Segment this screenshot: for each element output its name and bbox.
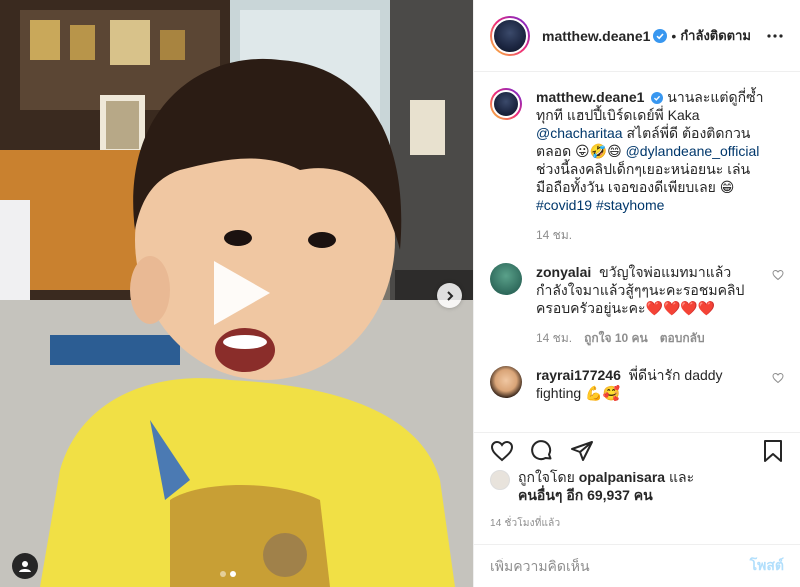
heart-icon[interactable] — [772, 269, 784, 281]
post-comment-button[interactable]: โพสต์ — [750, 555, 784, 577]
chevron-right-icon — [446, 290, 453, 301]
comment-username[interactable]: zonyalai — [536, 264, 591, 280]
author-username[interactable]: matthew.deane1 — [542, 28, 650, 44]
verified-badge-icon — [651, 92, 664, 104]
slide-dot — [220, 571, 226, 577]
comment-text: rayrai177246 พี่ดีน่ารัก daddy fighting … — [536, 366, 766, 402]
more-horizontal-icon[interactable] — [766, 27, 784, 45]
avatar[interactable] — [490, 88, 522, 120]
comment-item: rayrai177246 พี่ดีน่ารัก daddy fighting … — [490, 366, 784, 402]
following-button[interactable]: กำลังติดตาม — [680, 25, 751, 46]
comment-input[interactable] — [490, 558, 750, 574]
avatar[interactable] — [490, 366, 522, 398]
comment-time: 14 ชม. — [536, 331, 573, 345]
separator-dot: • — [671, 27, 677, 44]
bookmark-icon[interactable] — [762, 439, 784, 463]
mention-link[interactable]: @chacharitaa — [536, 125, 623, 141]
caption-text: matthew.deane1 นานละแต่ดูกี่ซ้ำทุกที แฮป… — [536, 88, 766, 214]
slide-dot-active — [230, 571, 236, 577]
heart-icon[interactable] — [490, 439, 514, 463]
play-icon[interactable] — [200, 255, 276, 331]
send-icon[interactable] — [570, 439, 594, 463]
post-header: matthew.deane1 • กำลังติดตาม — [474, 0, 800, 72]
likes-others[interactable]: คนอื่นๆ อีก 69,937 คน — [518, 487, 653, 503]
caption: matthew.deane1 นานละแต่ดูกี่ซ้ำทุกที แฮป… — [490, 88, 784, 245]
likes-summary: ถูกใจโดย opalpanisara และ คนอื่นๆ อีก 69… — [490, 468, 784, 504]
avatar[interactable] — [490, 470, 510, 490]
caption-meta: 14 ชม. — [536, 226, 766, 245]
user-tag-icon — [19, 561, 31, 572]
caption-time: 14 ชม. — [536, 228, 573, 242]
comment-icon[interactable] — [530, 439, 554, 463]
add-comment-bar: โพสต์ — [474, 544, 800, 587]
comment-text: zonyalai ขวัญใจพ่อแมทมาแล้ว กำลังใจมาแล้… — [536, 263, 766, 317]
next-slide-button[interactable] — [437, 283, 462, 308]
likes-text: ถูกใจโดย opalpanisara และ คนอื่นๆ อีก 69… — [518, 468, 694, 504]
mention-link[interactable]: @dylandeane_official — [626, 143, 760, 159]
comment-username[interactable]: rayrai177246 — [536, 367, 621, 383]
hashtag-link[interactable]: #covid19 — [536, 197, 592, 213]
post-media[interactable] — [0, 0, 473, 587]
reply-button[interactable]: ตอบกลับ — [660, 329, 705, 348]
comment-meta: 14 ชม. ถูกใจ 10 คน ตอบกลับ — [536, 329, 766, 348]
caption-username[interactable]: matthew.deane1 — [536, 89, 644, 105]
likes-connector: และ — [668, 469, 695, 485]
verified-badge-icon — [653, 28, 668, 43]
avatar[interactable] — [490, 263, 522, 295]
liker-username[interactable]: opalpanisara — [579, 469, 665, 485]
avatar[interactable] — [490, 15, 530, 56]
slide-indicator — [220, 571, 236, 577]
comments-list[interactable]: matthew.deane1 นานละแต่ดูกี่ซ้ำทุกที แฮป… — [474, 72, 800, 432]
hashtag-link[interactable]: #stayhome — [596, 197, 664, 213]
comment-likes[interactable]: ถูกใจ 10 คน — [584, 329, 648, 348]
caption-line: ช่วงนี้ลงคลิปเด็กๆเยอะหน่อยนะ เล่นมือถือ… — [536, 161, 751, 195]
post-side-panel: matthew.deane1 • กำลังติดตาม matthew.dea… — [473, 0, 800, 587]
likes-prefix: ถูกใจโดย — [518, 469, 575, 485]
comment-item: zonyalai ขวัญใจพ่อแมทมาแล้ว กำลังใจมาแล้… — [490, 263, 784, 348]
heart-icon[interactable] — [772, 372, 784, 384]
tagged-users-button[interactable] — [12, 553, 38, 579]
post-timestamp[interactable]: 14 ชั่วโมงที่แล้ว — [490, 516, 560, 531]
post-actions — [474, 432, 800, 468]
